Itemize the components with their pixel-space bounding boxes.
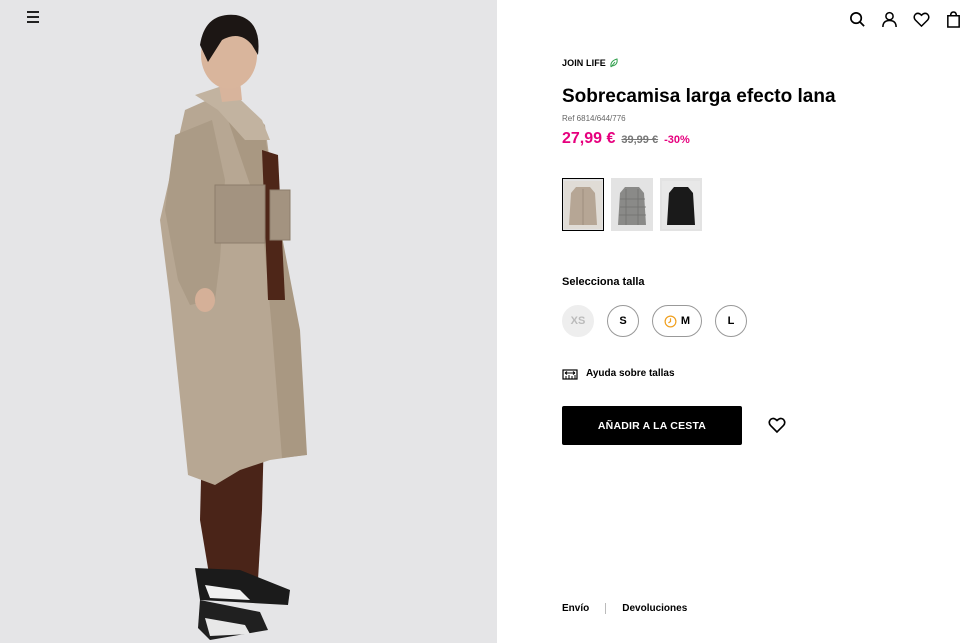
coat-thumbnail bbox=[662, 180, 700, 229]
color-swatch-black[interactable] bbox=[660, 178, 702, 231]
size-help-label: Ayuda sobre tallas bbox=[586, 368, 675, 379]
discount-badge: -30% bbox=[664, 134, 690, 146]
size-l[interactable]: L bbox=[715, 305, 747, 337]
join-life-badge: JOIN LIFE bbox=[562, 58, 619, 68]
join-life-label: JOIN LIFE bbox=[562, 58, 606, 68]
product-image[interactable] bbox=[0, 0, 497, 643]
size-selector: XS S M L bbox=[562, 305, 747, 337]
heart-icon[interactable] bbox=[905, 8, 937, 30]
current-price: 27,99 € bbox=[562, 130, 616, 147]
ruler-icon bbox=[562, 369, 578, 380]
size-xs[interactable]: XS bbox=[562, 305, 594, 337]
clock-icon bbox=[664, 315, 677, 327]
old-price: 39,99 € bbox=[621, 134, 659, 146]
color-swatches bbox=[562, 178, 702, 231]
product-ref: Ref 6814/644/776 bbox=[562, 114, 626, 123]
coat-thumbnail bbox=[613, 180, 651, 229]
divider bbox=[605, 603, 607, 614]
product-title: Sobrecamisa larga efecto lana bbox=[562, 86, 836, 107]
wishlist-heart-icon[interactable] bbox=[768, 416, 786, 434]
color-swatch-grey[interactable] bbox=[611, 178, 653, 231]
shipping-link[interactable]: Envío bbox=[562, 603, 589, 614]
size-help-link[interactable]: Ayuda sobre tallas bbox=[562, 367, 675, 380]
model-photo bbox=[0, 0, 497, 643]
footer-links: Envío Devoluciones bbox=[562, 603, 687, 614]
account-icon[interactable] bbox=[873, 8, 905, 30]
leaf-icon bbox=[610, 58, 618, 68]
returns-link[interactable]: Devoluciones bbox=[622, 603, 687, 614]
size-label: Selecciona talla bbox=[562, 276, 645, 288]
color-swatch-beige[interactable] bbox=[562, 178, 604, 231]
search-icon[interactable] bbox=[841, 8, 873, 30]
menu-icon[interactable] bbox=[27, 11, 43, 25]
coat-thumbnail bbox=[564, 180, 602, 229]
size-s[interactable]: S bbox=[607, 305, 639, 337]
header-icons bbox=[841, 8, 969, 30]
bag-icon[interactable] bbox=[937, 8, 969, 30]
add-to-cart-button[interactable]: AÑADIR A LA CESTA bbox=[562, 406, 742, 445]
price-row: 27,99 € 39,99 € -30% bbox=[562, 130, 690, 148]
size-m-label: M bbox=[680, 315, 691, 327]
size-m[interactable]: M bbox=[652, 305, 702, 337]
